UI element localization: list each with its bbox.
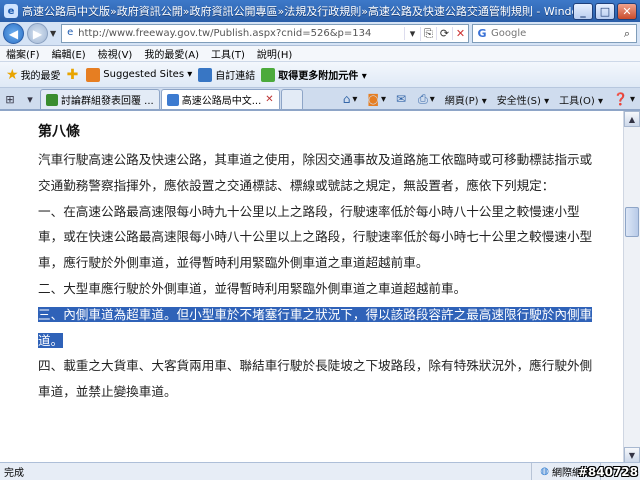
close-tab-icon[interactable]: ✕ — [265, 94, 273, 105]
add-favorite-button[interactable]: ✚ — [67, 67, 81, 83]
page-content: 第八條 汽車行駛高速公路及快速公路，其車道之使用，除因交通事故及道路施工依臨時或… — [0, 110, 640, 463]
back-button[interactable]: ◀ — [3, 23, 24, 44]
page-menu[interactable]: 網頁(P) ▾ — [445, 92, 487, 107]
tab-list-icon[interactable]: ▾ — [20, 89, 40, 109]
article-paragraph-3: 三、內側車道為超車道。但小型車於不堵塞行車之狀況下，得以該路段容許之最高速限行駛… — [38, 302, 604, 354]
status-bar: 完成 ◍ 網際網路 ▾ #840728 — [0, 462, 640, 480]
menu-file[interactable]: 檔案(F) — [0, 46, 46, 61]
tab-freeway[interactable]: 高速公路局中文... ✕ — [160, 89, 280, 109]
mail-button[interactable]: ✉ — [396, 92, 408, 106]
custom-links-icon — [198, 67, 213, 82]
home-icon: ⌂ — [342, 92, 351, 106]
search-icon[interactable]: ⌕ — [618, 27, 636, 41]
menu-bar: 檔案(F) 編輯(E) 檢視(V) 我的最愛(A) 工具(T) 說明(H) — [0, 46, 640, 62]
history-dropdown-icon[interactable]: ▼ — [50, 29, 56, 38]
article-paragraph-1: 一、在高速公路最高速限每小時九十公里以上之路段，行駛速率低於每小時八十公里之較慢… — [38, 203, 593, 271]
minimize-button[interactable]: _ — [573, 2, 593, 20]
addons-icon — [261, 67, 276, 82]
ie-icon: e — [4, 4, 18, 18]
custom-links-link[interactable]: 自訂連結 — [198, 67, 255, 82]
page-icon: e — [67, 26, 74, 38]
article-paragraph-intro: 汽車行駛高速公路及快速公路，其車道之使用，除因交通事故及道路施工依臨時或可移動標… — [38, 152, 593, 193]
search-input[interactable] — [491, 28, 618, 39]
help-icon: ❓ — [613, 92, 628, 106]
menu-favorites[interactable]: 我的最愛(A) — [138, 46, 205, 61]
compatibility-icon[interactable]: ⎘ — [420, 26, 436, 41]
vertical-scrollbar[interactable]: ▲ ▼ — [623, 111, 640, 463]
url-dropdown-icon[interactable]: ▾ — [404, 27, 420, 40]
help-button[interactable]: ❓ ▾ — [613, 92, 635, 106]
google-icon: G — [477, 27, 487, 40]
title-bar: e 高速公路局中文版»政府資訊公開»政府資訊公開專區»法規及行政規則»高速公路及… — [0, 0, 640, 22]
menu-tools[interactable]: 工具(T) — [205, 46, 251, 61]
refresh-icon[interactable]: ⟳ — [436, 27, 452, 40]
article-paragraph-2: 二、大型車應行駛於外側車道，並得暫時利用緊臨外側車道之車道超越前車。 — [38, 280, 467, 296]
article-paragraph-4: 四、載重之大貨車、大客貨兩用車、聯結車行駛於長陡坡之下坡路段，除有特殊狀況外，應… — [38, 358, 593, 400]
search-box: G ⌕ — [472, 24, 637, 43]
add-favorite-icon: ✚ — [66, 66, 79, 83]
command-bar: ⌂ ▾ ◙ ▾ ✉ ⎙ ▾ 網頁(P) ▾ 安全性(S) ▾ 工具(O) ▾ ❓ ▾ — [338, 89, 640, 109]
rss-icon: ◙ — [367, 92, 380, 106]
url-input[interactable] — [78, 28, 404, 39]
close-button[interactable]: ✕ — [617, 2, 637, 20]
menu-view[interactable]: 檢視(V) — [92, 46, 139, 61]
favorites-bar: ★ 我的最愛 ✚ Suggested Sites ▾ 自訂連結 取得更多附加元件… — [0, 62, 640, 88]
favorites-button[interactable]: ★ 我的最愛 — [6, 67, 61, 83]
tools-menu[interactable]: 工具(O) ▾ — [559, 92, 603, 107]
new-tab-button[interactable] — [280, 89, 303, 109]
print-icon: ⎙ — [418, 91, 428, 106]
scroll-up-icon[interactable]: ▲ — [624, 111, 640, 127]
address-bar: ◀ ▶ ▼ e ▾ ⎘ ⟳ ✕ G ⌕ — [0, 22, 640, 46]
article: 第八條 汽車行駛高速公路及快速公路，其車道之使用，除因交通事故及道路施工依臨時或… — [0, 111, 623, 463]
menu-help[interactable]: 說明(H) — [251, 46, 298, 61]
tab-bar: ⊞ ▾ 討論群組發表回覆 ... 高速公路局中文... ✕ ⌂ ▾ ◙ ▾ ✉ ⎙ ▾… — [0, 88, 640, 110]
feeds-button[interactable]: ◙ ▾ — [367, 92, 386, 106]
stop-icon[interactable]: ✕ — [452, 27, 468, 40]
favorites-star-icon: ★ — [6, 66, 19, 83]
selected-text[interactable]: 三、內側車道為超車道。但小型車於不堵塞行車之狀況下，得以該路段容許之最高速限行駛… — [38, 306, 593, 348]
forum-tab-icon — [46, 93, 58, 106]
forward-button[interactable]: ▶ — [27, 23, 48, 44]
scrollbar-thumb[interactable] — [625, 207, 639, 237]
mail-icon: ✉ — [396, 92, 407, 106]
menu-edit[interactable]: 編輯(E) — [46, 46, 92, 61]
url-box: e ▾ ⎘ ⟳ ✕ — [61, 24, 469, 43]
safety-menu[interactable]: 安全性(S) ▾ — [497, 92, 549, 107]
print-button[interactable]: ⎙ ▾ — [418, 92, 435, 107]
get-addons-link[interactable]: 取得更多附加元件 ▾ — [261, 67, 367, 82]
window-title: 高速公路局中文版»政府資訊公開»政府資訊公開專區»法規及行政規則»高速公路及快速… — [22, 5, 573, 18]
maximize-button[interactable]: □ — [595, 2, 615, 20]
globe-icon: ◍ — [540, 466, 549, 477]
suggested-sites-icon — [86, 67, 101, 82]
status-text: 完成 — [4, 468, 24, 479]
home-button[interactable]: ⌂ ▾ — [343, 92, 358, 106]
tab-forum-reply[interactable]: 討論群組發表回覆 ... — [40, 89, 160, 109]
watermark: #840728 — [577, 465, 638, 479]
scroll-down-icon[interactable]: ▼ — [624, 447, 640, 463]
quick-tabs-icon[interactable]: ⊞ — [0, 89, 20, 109]
suggested-sites-link[interactable]: Suggested Sites ▾ — [86, 67, 192, 82]
article-heading: 第八條 — [38, 124, 80, 140]
freeway-tab-icon — [166, 93, 179, 106]
